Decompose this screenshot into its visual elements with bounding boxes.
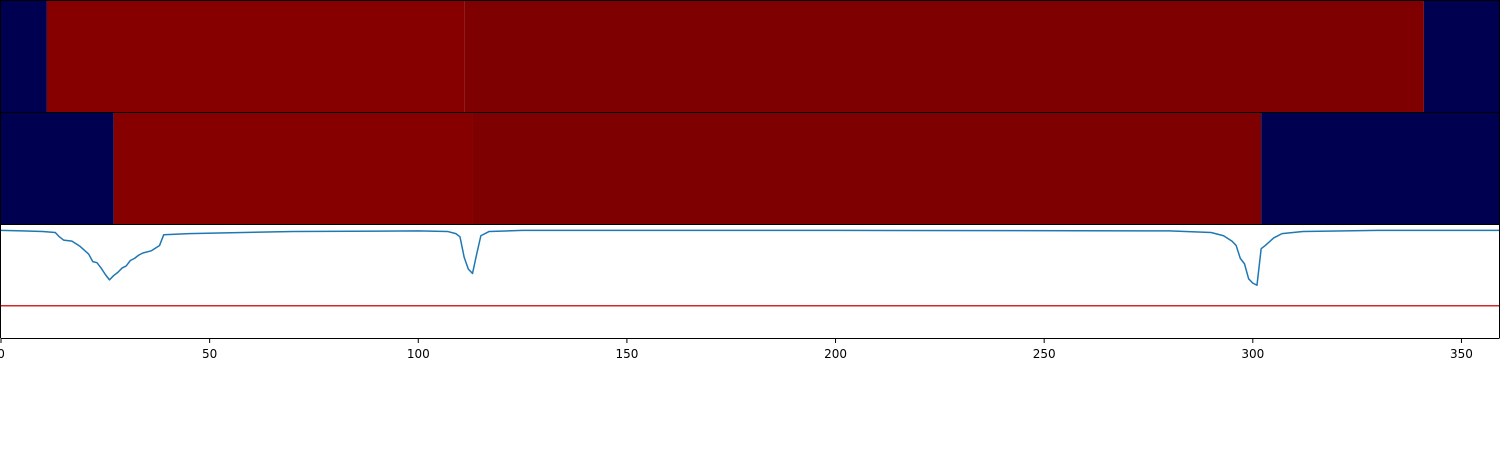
x-tick-label: 150: [615, 347, 638, 361]
x-tick-label: 50: [202, 347, 217, 361]
line-plot-panel: [0, 225, 1500, 338]
x-tick-label: 350: [1450, 347, 1473, 361]
band-row-2: [0, 112, 1500, 225]
band-rows: [0, 0, 1500, 225]
x-axis: 0 50 100 150 200 250 300 350: [0, 338, 1500, 361]
plot-background: [1, 225, 1499, 338]
band-row-1: [0, 0, 1500, 113]
band-segment-on: [46, 1, 465, 112]
x-tick-label: 100: [407, 347, 430, 361]
band-segment-off: [1, 1, 47, 112]
band-segment-off: [1261, 113, 1499, 224]
band-segment-on: [113, 113, 473, 224]
x-tick-label: 300: [1241, 347, 1264, 361]
x-tick-label: 0: [0, 347, 5, 361]
x-tick-label: 250: [1033, 347, 1056, 361]
x-tick-label: 200: [824, 347, 847, 361]
chart-figure: 0 50 100 150 200 250 300 350: [0, 0, 1500, 361]
band-segment-off: [1, 113, 114, 224]
band-segment-on_dark: [464, 1, 1424, 112]
band-segment-off: [1423, 1, 1499, 112]
band-segment-on_dark: [472, 113, 1262, 224]
